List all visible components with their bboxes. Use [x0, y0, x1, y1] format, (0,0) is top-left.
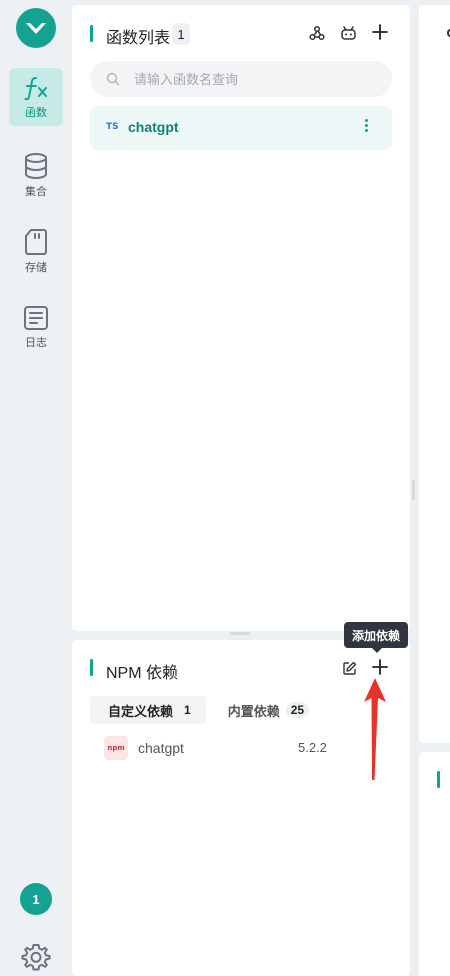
- npm-title: NPM 依赖: [106, 665, 179, 682]
- editor-panel: [419, 5, 450, 743]
- tab-builtin-dependencies[interactable]: 内置依赖 25: [206, 696, 319, 724]
- npm-dependencies-panel: NPM 依赖 自定义依赖 1 内置依赖 25 npm chatgpt 5.2.2: [72, 640, 410, 976]
- plus-icon: [372, 24, 388, 40]
- plus-icon: [372, 659, 388, 675]
- webhook-icon: [309, 25, 325, 41]
- output-panel: [419, 752, 450, 976]
- nav-label: 集合: [25, 184, 47, 198]
- notification-badge[interactable]: 1: [20, 883, 52, 915]
- nav-label: 函数: [25, 105, 47, 119]
- robot-icon: [340, 26, 356, 40]
- function-list-item[interactable]: TS chatgpt: [90, 106, 392, 150]
- tab-label: 内置依赖: [227, 703, 280, 719]
- function-icon: [24, 76, 47, 100]
- section-accent-bar: [90, 659, 93, 676]
- functions-title: 函数列表: [106, 30, 171, 47]
- function-search-box[interactable]: [90, 61, 392, 97]
- add-dependency-tooltip: 添加依赖: [344, 622, 409, 653]
- tab-count: 1: [184, 703, 191, 717]
- database-icon: [25, 152, 47, 179]
- dependency-row[interactable]: npm chatgpt 5.2.2: [104, 736, 344, 760]
- storage-card-icon: [25, 228, 47, 255]
- annotation-arrow: [364, 678, 386, 780]
- horizontal-resize-handle[interactable]: [230, 632, 250, 635]
- functions-count-badge: 1: [172, 23, 190, 45]
- gear-icon: [21, 944, 51, 971]
- nav-item-storage[interactable]: 存储: [9, 222, 63, 280]
- settings-button[interactable]: [21, 942, 51, 976]
- dependency-version: 5.2.2: [298, 740, 327, 755]
- function-search-input[interactable]: [134, 71, 374, 87]
- tab-custom-dependencies[interactable]: 自定义依赖 1: [90, 696, 206, 724]
- search-icon: [106, 72, 120, 86]
- edit-icon: [342, 661, 356, 675]
- function-name: chatgpt: [128, 119, 179, 135]
- section-accent-bar: [437, 771, 440, 788]
- nav-item-functions[interactable]: 函数: [9, 68, 63, 126]
- nav-item-logs[interactable]: 日志: [9, 298, 63, 356]
- logo-icon: [26, 23, 46, 34]
- log-document-icon: [24, 305, 48, 330]
- edit-dependencies-button[interactable]: [340, 659, 358, 677]
- add-dependency-button[interactable]: [371, 658, 389, 676]
- tooltip-text: 添加依赖: [352, 628, 401, 643]
- side-nav: 函数 集合 存储 日志 1: [0, 0, 72, 976]
- dependency-tabs: 自定义依赖 1 内置依赖 25: [90, 696, 319, 724]
- nav-item-collections[interactable]: 集合: [9, 146, 63, 204]
- ai-assistant-button[interactable]: [339, 24, 357, 42]
- app-logo[interactable]: [16, 8, 56, 48]
- webhook-button[interactable]: [308, 24, 326, 42]
- nav-label: 存储: [25, 260, 47, 274]
- tab-label: 自定义依赖: [108, 703, 174, 719]
- tab-count: 25: [285, 702, 310, 718]
- more-options-button[interactable]: [364, 119, 370, 137]
- functions-panel: 函数列表 1 TS chatgpt: [72, 5, 410, 631]
- add-function-button[interactable]: [371, 23, 389, 41]
- vertical-resize-handle[interactable]: [412, 480, 415, 500]
- npm-logo-icon: npm: [104, 736, 128, 760]
- nav-label: 日志: [25, 335, 47, 349]
- dependency-name: chatgpt: [138, 740, 184, 756]
- section-accent-bar: [90, 25, 93, 42]
- typescript-tag: TS: [106, 122, 119, 132]
